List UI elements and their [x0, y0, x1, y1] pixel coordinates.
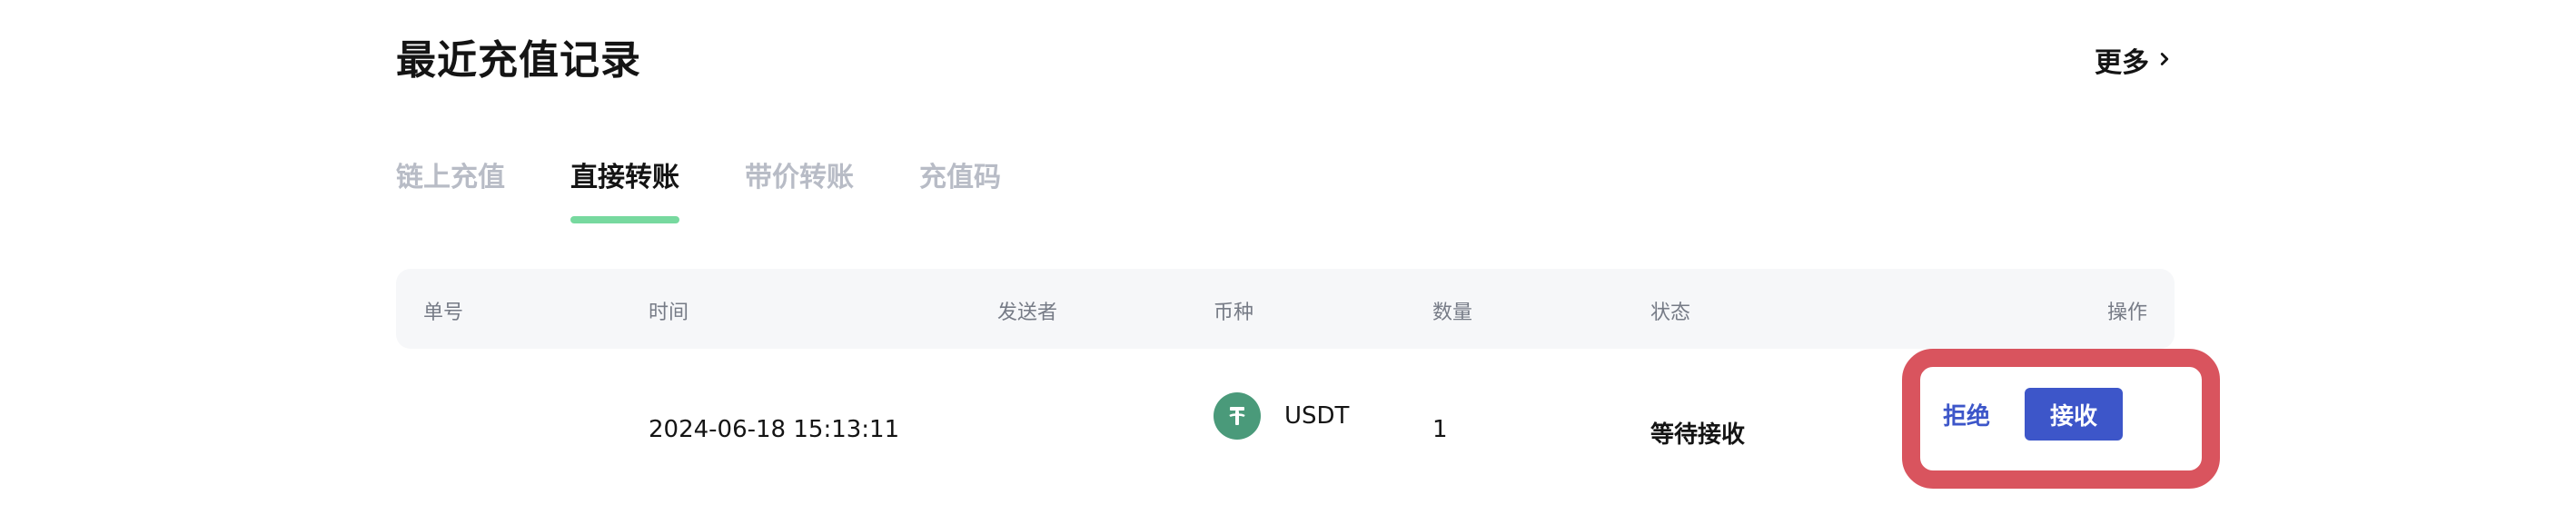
section-title: 最近充值记录 — [396, 37, 641, 84]
cell-actions: 拒绝 接收 — [1943, 388, 2124, 441]
cell-status: 等待接收 — [1650, 421, 1746, 449]
coin-label: USDT — [1284, 402, 1350, 430]
tab-recharge-code[interactable]: 充值码 — [919, 154, 1001, 223]
column-coin: 币种 — [1214, 302, 1254, 324]
cell-time: 2024-06-18 15:13:11 — [649, 416, 900, 443]
column-amount: 数量 — [1432, 302, 1473, 324]
tab-onchain-recharge[interactable]: 链上充值 — [396, 154, 505, 223]
accept-button[interactable]: 接收 — [2025, 388, 2124, 441]
tab-direct-transfer[interactable]: 直接转账 — [570, 154, 679, 223]
tab-label: 带价转账 — [745, 162, 854, 193]
cell-amount: 1 — [1432, 416, 1448, 443]
column-status: 状态 — [1650, 302, 1691, 324]
column-time: 时间 — [649, 302, 689, 324]
cell-coin: USDT — [1214, 392, 1349, 440]
more-link[interactable]: 更多 — [2095, 40, 2175, 80]
column-actions: 操作 — [2106, 302, 2147, 324]
tab-priced-transfer[interactable]: 带价转账 — [745, 154, 854, 223]
tab-label: 直接转账 — [570, 162, 679, 193]
tab-label: 链上充值 — [396, 162, 505, 193]
tab-label: 充值码 — [919, 162, 1001, 193]
column-sender: 发送者 — [997, 302, 1058, 324]
usdt-icon — [1214, 392, 1261, 440]
more-label: 更多 — [2095, 47, 2149, 79]
chevron-right-icon — [2155, 45, 2175, 76]
recharge-tabs: 链上充值 直接转账 带价转账 充值码 — [396, 154, 1001, 223]
column-order-no: 单号 — [423, 302, 464, 324]
table-row: 2024-06-18 15:13:11 USDT 1 等待接收 拒绝 接收 — [396, 349, 2220, 505]
recent-recharge-section: 最近充值记录 更多 链上充值 直接转账 带价转账 充值码 单号 时间 发送者 币… — [396, 0, 2220, 505]
reject-button[interactable]: 拒绝 — [1943, 398, 1990, 431]
records-table-header: 单号 时间 发送者 币种 数量 状态 操作 — [396, 269, 2175, 349]
